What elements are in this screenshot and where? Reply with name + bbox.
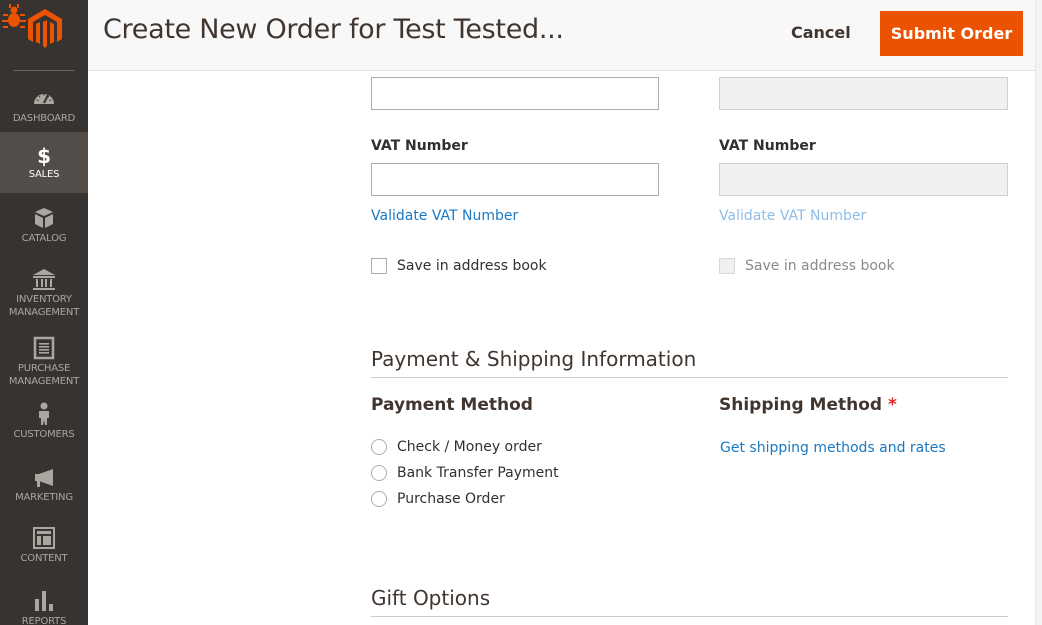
billing-vat-input[interactable] — [371, 163, 659, 196]
payment-option-label: Check / Money order — [397, 439, 542, 455]
sidebar-item-label: CATALOG — [21, 233, 67, 244]
radio-button[interactable] — [371, 465, 387, 481]
section-divider — [371, 377, 1008, 378]
billing-save-address-label: Save in address book — [397, 258, 547, 274]
sidebar-item-inventory-management[interactable]: INVENTORY MANAGEMENT — [0, 267, 88, 319]
radio-button[interactable] — [371, 491, 387, 507]
layout-icon — [33, 527, 55, 549]
get-shipping-methods-link[interactable]: Get shipping methods and rates — [720, 440, 946, 456]
shipping-vat-input[interactable] — [719, 163, 1008, 196]
sidebar-item-content[interactable]: CONTENT — [0, 526, 88, 566]
shipping-address-field[interactable] — [719, 77, 1008, 110]
payment-method-title: Payment Method — [371, 395, 533, 415]
billing-vat-label: VAT Number — [371, 138, 468, 154]
shipping-method-title: Shipping Method * — [719, 395, 897, 415]
sidebar-item-label: DASHBOARD — [12, 113, 76, 124]
bar-chart-icon — [35, 591, 53, 611]
sidebar-item-label-line2: MANAGEMENT — [8, 307, 80, 318]
shipping-save-address-label: Save in address book — [745, 258, 895, 274]
payment-option-banktransfer[interactable]: Bank Transfer Payment — [371, 463, 559, 483]
sidebar-item-dashboard[interactable]: DASHBOARD — [0, 86, 88, 132]
sidebar-item-label: SALES — [28, 169, 60, 180]
person-icon — [39, 402, 49, 425]
bank-icon — [33, 269, 55, 290]
shipping-validate-vat-link[interactable]: Validate VAT Number — [719, 208, 866, 224]
sidebar-item-label: CUSTOMERS — [13, 429, 75, 440]
sidebar-item-marketing[interactable]: MARKETING — [0, 465, 88, 505]
megaphone-icon — [35, 469, 53, 487]
payment-option-label: Bank Transfer Payment — [397, 465, 559, 481]
shipping-vat-label: VAT Number — [719, 138, 816, 154]
page-header: Create New Order for Test Tested... Canc… — [88, 0, 1035, 71]
sidebar-item-purchase-management[interactable]: PURCHASE MANAGEMENT — [0, 336, 88, 388]
sidebar-item-reports[interactable]: REPORTS — [0, 589, 88, 625]
gift-options-section-title: Gift Options — [371, 586, 491, 610]
magento-logo[interactable] — [0, 0, 88, 70]
sidebar-item-label-line2: MANAGEMENT — [8, 376, 80, 387]
billing-address-field[interactable] — [371, 77, 659, 110]
page-scrollbar[interactable] — [1035, 0, 1042, 625]
sidebar-item-label: MARKETING — [15, 492, 73, 503]
payment-option-checkmo[interactable]: Check / Money order — [371, 437, 542, 457]
payment-option-purchaseorder[interactable]: Purchase Order — [371, 489, 505, 509]
sidebar-item-label-line1: PURCHASE — [17, 363, 71, 374]
sidebar-item-label-line1: INVENTORY — [16, 294, 72, 305]
magento-m-icon — [28, 9, 62, 48]
payment-option-label: Purchase Order — [397, 491, 505, 507]
shipping-save-address-checkbox[interactable] — [719, 258, 735, 274]
sidebar-item-customers[interactable]: CUSTOMERS — [0, 402, 88, 442]
shipping-method-title-text: Shipping Method — [719, 395, 883, 415]
billing-validate-vat-link[interactable]: Validate VAT Number — [371, 208, 518, 224]
sidebar-item-sales[interactable]: $ SALES — [0, 132, 88, 193]
sidebar-item-catalog[interactable]: CATALOG — [0, 206, 88, 246]
page-title: Create New Order for Test Tested... — [103, 14, 564, 45]
required-asterisk: * — [887, 395, 897, 415]
submit-order-button[interactable]: Submit Order — [880, 11, 1023, 56]
section-divider — [371, 616, 1008, 617]
billing-save-address-checkbox[interactable] — [371, 258, 387, 274]
document-icon — [33, 336, 55, 360]
sidebar-item-label: REPORTS — [21, 616, 67, 625]
cancel-button[interactable]: Cancel — [791, 23, 851, 42]
payment-shipping-section-title: Payment & Shipping Information — [371, 347, 697, 371]
logo-divider — [14, 70, 74, 71]
dashboard-gauge-icon — [34, 94, 54, 104]
box-icon — [35, 208, 53, 228]
sidebar-item-label: CONTENT — [20, 553, 68, 564]
radio-button[interactable] — [371, 439, 387, 455]
admin-sidebar: DASHBOARD $ SALES CATALOG INVENTORY MANA… — [0, 0, 88, 625]
dollar-icon: $ — [37, 144, 51, 168]
